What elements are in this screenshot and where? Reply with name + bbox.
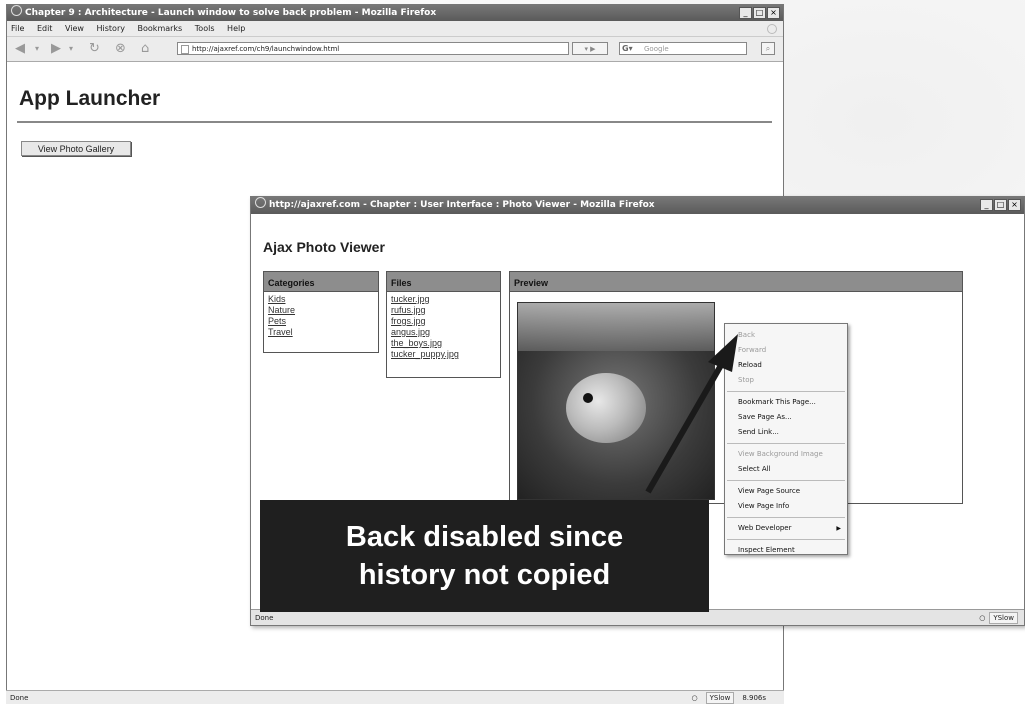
arrow-shaft: [645, 358, 727, 494]
arrow-head: [708, 334, 738, 372]
annotation-arrow: [645, 334, 738, 494]
